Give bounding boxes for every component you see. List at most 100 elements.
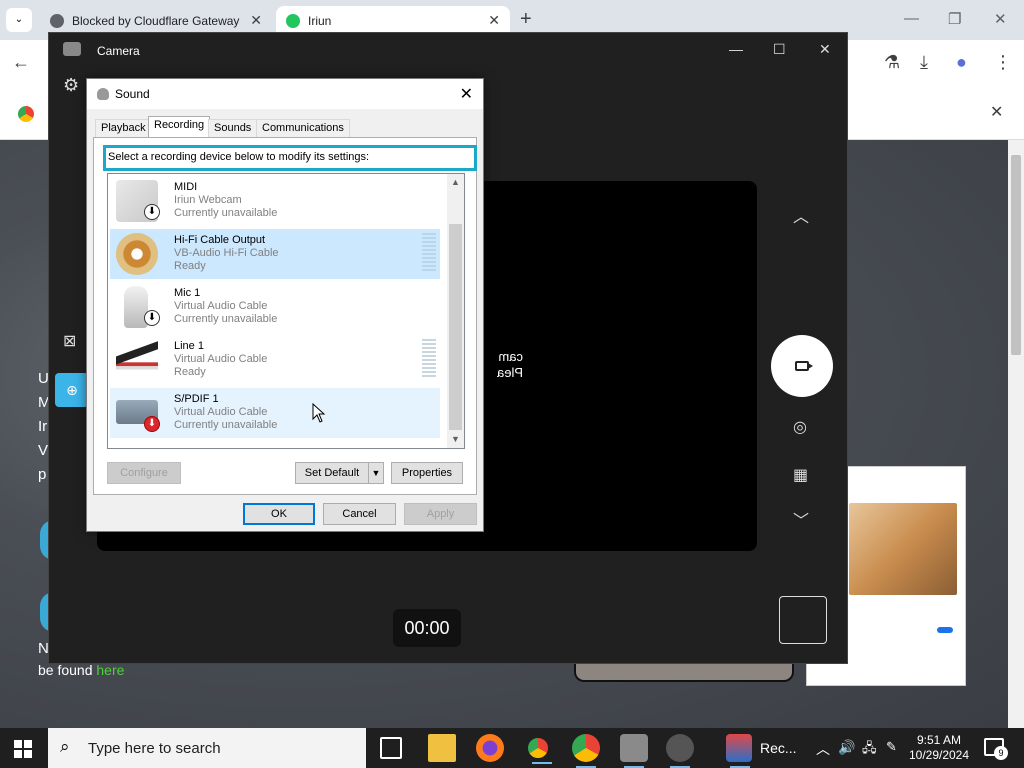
list-item-midi[interactable]: ⬇ MIDI Iriun Webcam Currently unavailabl…	[110, 176, 440, 226]
chrome-icon[interactable]	[524, 734, 552, 764]
tab-communications[interactable]: Communications	[256, 119, 350, 137]
level-meter	[422, 339, 436, 379]
minimize-icon[interactable]: —	[904, 10, 919, 27]
tab-search-button[interactable]: ⌄	[6, 8, 32, 32]
chevron-up-icon[interactable]: ︿	[793, 203, 809, 227]
list-item-mic-1[interactable]: ⬇ Mic 1 Virtual Audio Cable Currently un…	[110, 282, 440, 332]
windows-start-icon[interactable]	[14, 740, 32, 758]
record-video-button[interactable]	[771, 335, 833, 397]
download-icon[interactable]: ⤓	[920, 52, 928, 73]
device-name: S/PDIF 1	[174, 393, 219, 405]
clock-time: 9:51 AM	[916, 733, 962, 747]
menu-icon[interactable]: ⋮	[994, 52, 1012, 73]
rca-jack-icon	[116, 233, 158, 275]
preview-line: cam	[498, 349, 524, 364]
cat-image	[849, 503, 957, 595]
gallery-thumbnail[interactable]	[779, 596, 827, 644]
recording-device-list[interactable]: ⬇ MIDI Iriun Webcam Currently unavailabl…	[107, 173, 465, 449]
down-arrow-icon: ⬇	[144, 204, 160, 220]
maximize-icon[interactable]: ❐	[948, 10, 961, 28]
thermometer-icon[interactable]	[726, 734, 752, 768]
page-footer: be found here	[38, 662, 124, 678]
chrome-icon	[18, 106, 34, 122]
close-icon[interactable]: ✕	[994, 10, 1007, 28]
cancel-button[interactable]: Cancel	[323, 503, 396, 525]
device-driver: Iriun Webcam	[174, 194, 242, 206]
recording-timer: 00:00	[393, 609, 461, 647]
tab-close-icon[interactable]: ✕	[488, 12, 500, 29]
minimize-icon[interactable]: —	[729, 41, 743, 57]
list-scrollbar[interactable]: ▲ ▼	[447, 174, 464, 448]
taskbar-search-box[interactable]: ⌕ Type here to search	[48, 728, 366, 768]
chevron-down-icon[interactable]: ﹀	[793, 507, 809, 531]
configure-button[interactable]: Configure	[107, 462, 181, 484]
pen-icon[interactable]: ✎	[886, 739, 897, 755]
apply-button[interactable]: Apply	[404, 503, 477, 525]
set-default-dropdown-icon[interactable]: ▼	[368, 462, 384, 484]
task-view-icon[interactable]	[380, 737, 402, 759]
level-meter	[422, 233, 436, 273]
scroll-thumb[interactable]	[449, 224, 462, 430]
here-link[interactable]: here	[96, 662, 124, 678]
tab-title: Iriun	[308, 14, 332, 28]
device-status: Currently unavailable	[174, 419, 278, 431]
infobar-close-icon[interactable]: ✕	[990, 102, 1003, 122]
chrome-profile-icon[interactable]	[572, 734, 600, 768]
scroll-down-icon[interactable]: ▼	[447, 431, 464, 448]
dialog-title: Sound	[115, 87, 150, 101]
device-name: Line 1	[174, 340, 204, 352]
close-icon[interactable]: ✕	[460, 84, 473, 104]
new-tab-button[interactable]: +	[520, 8, 532, 31]
network-icon[interactable]: 🖧	[862, 739, 877, 761]
set-default-button[interactable]: Set Default	[295, 462, 369, 484]
sound-titlebar: Sound ✕	[87, 79, 483, 109]
tab-sounds[interactable]: Sounds	[208, 119, 258, 137]
phone-image	[574, 664, 794, 682]
task-label[interactable]: Rec...	[760, 740, 797, 756]
photo-icon[interactable]: ◎	[793, 417, 807, 437]
camera-app-icon[interactable]	[620, 734, 648, 768]
tray-expand-icon[interactable]: ︿	[816, 739, 830, 759]
tab-title: Blocked by Cloudflare Gateway	[72, 14, 240, 28]
firefox-icon[interactable]	[476, 734, 504, 762]
search-icon: ⌕	[60, 737, 70, 756]
list-item-spdif-1[interactable]: ⬇ S/PDIF 1 Virtual Audio Cable Currently…	[110, 388, 440, 438]
notification-count: 9	[994, 746, 1008, 760]
tab-close-icon[interactable]: ✕	[250, 12, 262, 29]
scroll-up-icon[interactable]: ▲	[447, 174, 464, 191]
tab-recording[interactable]: Recording	[148, 116, 211, 138]
camera-icon	[63, 42, 81, 56]
settings-icon[interactable]: ⚙	[63, 75, 79, 96]
qr-code-icon[interactable]: ▦	[793, 465, 808, 485]
back-icon[interactable]: ←	[12, 52, 30, 73]
properties-button[interactable]: Properties	[391, 462, 463, 484]
speaker-icon	[97, 88, 109, 100]
maximize-icon[interactable]: ☐	[773, 41, 786, 58]
preview-line: Plea	[497, 365, 524, 380]
device-status: Currently unavailable	[174, 313, 278, 325]
iriun-icon	[286, 14, 300, 28]
page-scrollbar[interactable]	[1008, 140, 1024, 728]
instruction-text: Select a recording device below to modif…	[103, 145, 477, 171]
close-icon[interactable]: ✕	[819, 41, 831, 58]
device-name: Mic 1	[174, 287, 201, 299]
file-explorer-icon[interactable]	[428, 734, 456, 762]
device-driver: Virtual Audio Cable	[174, 406, 268, 418]
list-item-hifi-cable[interactable]: Hi-Fi Cable Output VB-Audio Hi-Fi Cable …	[110, 229, 440, 279]
zoom-icon[interactable]: ⊕	[55, 373, 89, 407]
volume-icon[interactable]: 🔊	[838, 739, 855, 756]
ok-button[interactable]: OK	[243, 503, 315, 525]
globe-icon	[50, 14, 64, 28]
rca-cable-icon	[116, 339, 158, 381]
no-camera-icon[interactable]: ⊠	[63, 331, 76, 351]
search-placeholder: Type here to search	[88, 740, 221, 757]
list-item-line-1[interactable]: Line 1 Virtual Audio Cable Ready	[110, 335, 440, 385]
taskbar-clock[interactable]: 9:51 AM 10/29/2024	[904, 733, 974, 763]
scroll-thumb[interactable]	[1011, 155, 1021, 355]
sound-app-icon[interactable]	[666, 734, 694, 768]
tab-playback[interactable]: Playback	[95, 119, 152, 137]
device-driver: Virtual Audio Cable	[174, 300, 268, 312]
profile-icon[interactable]: ●	[956, 52, 967, 73]
labs-icon[interactable]: ⚗	[884, 52, 900, 73]
notification-icon[interactable]: 9	[984, 738, 1008, 760]
